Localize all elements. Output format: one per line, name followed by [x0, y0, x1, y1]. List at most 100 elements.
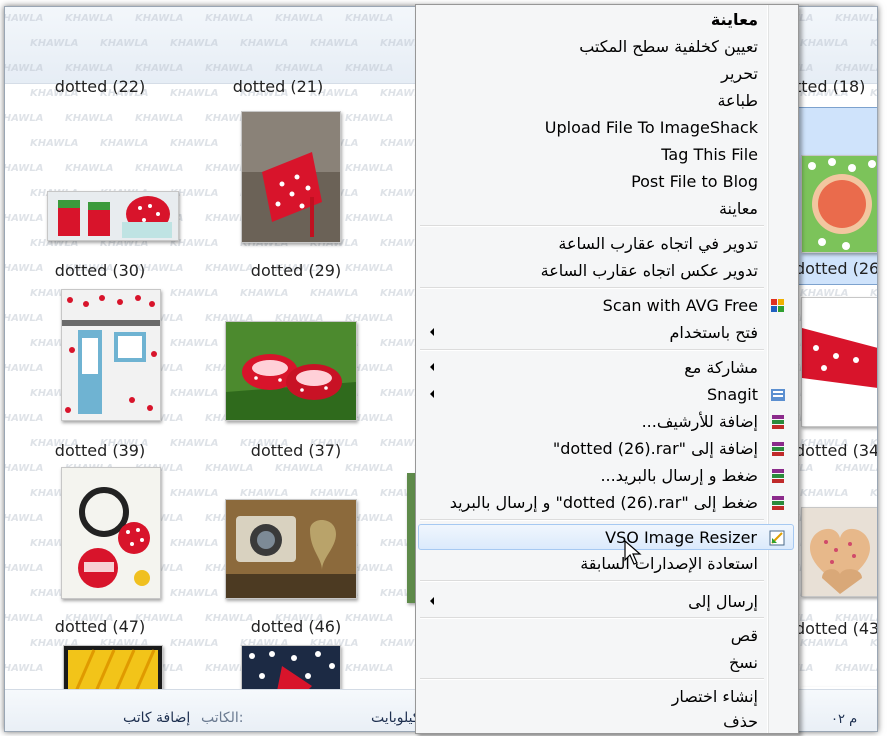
thumbnail-tile[interactable]: dotted (21)	[203, 77, 353, 101]
menu-item-label: تدوير عكس اتجاه عقارب الساعة	[540, 261, 758, 280]
menu-item-label: فتح باستخدام	[669, 323, 758, 342]
menu-item-set-desktop-background[interactable]: تعيين كخلفية سطح المكتب	[418, 34, 794, 60]
menu-item-label: تدوير في اتجاه عقارب الساعة	[558, 234, 758, 253]
thumbnail-caption: dotted (43)	[795, 619, 878, 638]
thumbnail-caption: dotted (46)	[250, 617, 342, 636]
thumbnail-tile[interactable]: dotted (34)	[795, 289, 878, 464]
menu-item-label: Scan with AVG Free	[602, 296, 758, 315]
thumbnail-tile[interactable]: dotted (43)	[795, 467, 877, 642]
menu-item-restore-previous-versions[interactable]: استعادة الإصدارات السابقة	[418, 551, 794, 577]
menu-item-scan-avg[interactable]: Scan with AVG Free	[418, 293, 794, 319]
menu-separator	[420, 519, 764, 521]
menu-item-label: إنشاء اختصار	[671, 687, 758, 706]
menu-item-edit[interactable]: تحرير	[418, 61, 794, 87]
thumbnail-tile[interactable]: dotted (30)	[25, 103, 179, 283]
menu-separator	[420, 349, 764, 351]
menu-item-label: نسخ	[728, 653, 758, 672]
menu-item-vso-image-resizer[interactable]: VSO Image Resizer	[418, 524, 794, 550]
menu-item-create-shortcut[interactable]: إنشاء اختصار	[418, 684, 794, 710]
menu-item-tag-file[interactable]: Tag This File	[418, 142, 794, 168]
size-label: كيلوبايت	[371, 710, 420, 726]
menu-item-open-with[interactable]: فتح باستخدام	[418, 320, 794, 346]
menu-item-label: Upload File To ImageShack	[544, 118, 758, 137]
menu-item-label: تعيين كخلفية سطح المكتب	[579, 37, 758, 56]
menu-item-label: تحرير	[721, 64, 758, 83]
thumbnail-caption: dotted (34)	[795, 441, 878, 460]
thumbnail-caption: dotted (21)	[232, 77, 324, 96]
menu-item-print[interactable]: طباعة	[418, 88, 794, 114]
thumbnail-image	[801, 297, 877, 427]
menu-item-copy[interactable]: نسخ	[418, 650, 794, 676]
menu-item-share-with[interactable]: مشاركة مع	[418, 355, 794, 381]
menu-separator	[420, 287, 764, 289]
menu-separator	[420, 580, 764, 582]
context-menu: معاينة تعيين كخلفية سطح المكتب تحرير طبا…	[415, 4, 799, 734]
menu-item-label: إرسال إلى	[688, 592, 758, 611]
winrar-icon	[770, 495, 786, 511]
thumbnail-tile[interactable]: dotted (37)	[203, 287, 357, 462]
menu-item-label: Tag This File	[661, 145, 758, 164]
submenu-arrow-icon	[430, 390, 434, 398]
thumbnail-caption: dotted (22)	[54, 77, 146, 96]
snagit-icon	[770, 387, 786, 403]
winrar-icon	[770, 414, 786, 430]
vso-resizer-icon	[769, 530, 785, 546]
menu-item-send-to[interactable]: إرسال إلى	[418, 589, 794, 615]
menu-item-label: استعادة الإصدارات السابقة	[580, 554, 758, 573]
menu-item-post-to-blog[interactable]: Post File to Blog	[418, 169, 794, 195]
menu-item-label: طباعة	[717, 91, 758, 110]
thumbnail-tile[interactable]: dotted (39)	[25, 287, 175, 462]
menu-item-add-to-rar[interactable]: إضافة إلى "dotted (26).rar"	[418, 436, 794, 462]
thumbnail-caption: dotted (26)	[795, 259, 878, 278]
menu-item-compress-and-email[interactable]: ضغط و إرسال بالبريد...	[418, 463, 794, 489]
menu-item-label: ضغط و إرسال بالبريد...	[600, 466, 758, 485]
menu-item-label: معاينة	[710, 10, 758, 29]
menu-item-label: معاينة	[718, 199, 758, 218]
menu-item-label: حذف	[723, 712, 758, 731]
thumbnail-caption: dotted (39)	[54, 441, 146, 460]
thumbnail-caption: dotted (37)	[250, 441, 342, 460]
menu-item-label: قص	[730, 626, 758, 645]
thumbnail-caption: dotted (47)	[54, 617, 146, 636]
mouse-pointer-icon	[624, 540, 642, 565]
author-label: الكاتب:	[201, 710, 244, 726]
menu-item-label: إضافة إلى "dotted (26).rar"	[552, 439, 758, 458]
submenu-arrow-icon	[430, 597, 434, 605]
menu-item-upload-imageshack[interactable]: Upload File To ImageShack	[418, 115, 794, 141]
winrar-icon	[770, 441, 786, 457]
menu-item-add-to-archive[interactable]: إضافة للأرشيف...	[418, 409, 794, 435]
menu-item-snagit[interactable]: Snagit	[418, 382, 794, 408]
avg-icon	[770, 298, 786, 314]
menu-item-label: ضغط إلى "dotted (26).rar" و إرسال بالبري…	[449, 493, 758, 512]
menu-item-compress-to-rar-and-email[interactable]: ضغط إلى "dotted (26).rar" و إرسال بالبري…	[418, 490, 794, 516]
thumbnail-tile[interactable]: dotted (29)	[203, 103, 353, 283]
time-label: م ٠٢	[831, 712, 858, 727]
thumbnail-tile-selected[interactable]: dotted (26)	[793, 107, 878, 285]
thumbnail-image	[225, 321, 357, 421]
author-value[interactable]: إضافة كاتب	[123, 710, 190, 726]
thumbnail-tile[interactable]: dotted (46)	[203, 465, 357, 640]
thumbnail-image	[225, 499, 357, 599]
menu-item-delete[interactable]: حذف	[418, 709, 794, 735]
menu-separator	[420, 678, 764, 680]
thumbnail-image	[61, 467, 161, 599]
menu-item-label: Snagit	[707, 385, 758, 404]
menu-separator	[420, 617, 764, 619]
thumbnail-image	[47, 191, 179, 241]
thumbnail-image	[241, 111, 341, 243]
thumbnail-tile[interactable]: dotted (22)	[25, 77, 175, 101]
menu-item-label: مشاركة مع	[684, 358, 758, 377]
submenu-arrow-icon	[430, 328, 434, 336]
menu-item-label: إضافة للأرشيف...	[641, 412, 758, 431]
menu-item-preview-2[interactable]: معاينة	[418, 196, 794, 222]
thumbnail-caption: dotted (29)	[250, 261, 342, 280]
menu-separator	[420, 225, 764, 227]
menu-item-preview[interactable]: معاينة	[418, 7, 794, 33]
menu-item-label: Post File to Blog	[631, 172, 758, 191]
menu-item-rotate-clockwise[interactable]: تدوير في اتجاه عقارب الساعة	[418, 231, 794, 257]
menu-item-rotate-counterclockwise[interactable]: تدوير عكس اتجاه عقارب الساعة	[418, 258, 794, 284]
menu-item-cut[interactable]: قص	[418, 623, 794, 649]
thumbnail-image	[61, 289, 161, 421]
thumbnail-tile[interactable]: dotted (47)	[25, 465, 175, 640]
winrar-icon	[770, 468, 786, 484]
